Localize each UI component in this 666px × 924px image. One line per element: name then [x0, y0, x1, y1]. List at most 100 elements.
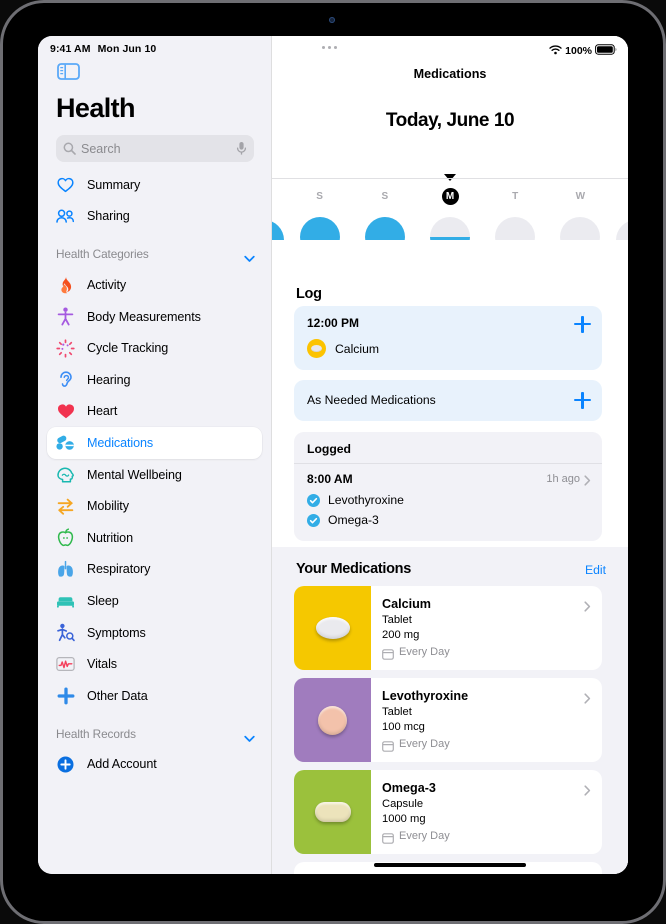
sidebar-item-cycle-tracking[interactable]: Cycle Tracking: [38, 332, 271, 364]
medication-frequency: Every Day: [399, 646, 450, 658]
section-label: Health Records: [56, 726, 136, 741]
two-people-icon: [56, 207, 75, 226]
sidebar-item-medications[interactable]: Medications: [47, 427, 262, 459]
chevron-right-icon: [584, 599, 591, 612]
nav-title: Medications: [413, 67, 487, 81]
medication-frequency: Every Day: [399, 830, 450, 842]
chevron-down-icon: [244, 730, 255, 742]
sidebar-item-heart[interactable]: Heart: [38, 396, 271, 428]
pill-thumbnail-icon: [307, 339, 326, 358]
chevron-right-icon: [584, 783, 591, 796]
medication-dosage: 200 mg: [382, 629, 420, 641]
day-letter: T: [512, 191, 519, 202]
medication-dosage: 100 mcg: [382, 721, 425, 733]
sidebar-item-label: Cycle Tracking: [87, 341, 169, 356]
edit-button[interactable]: Edit: [585, 563, 606, 577]
sidebar-toggle-icon[interactable]: [57, 63, 80, 80]
sidebar-item-label: Summary: [87, 177, 141, 192]
your-medications-title: Your Medications: [296, 561, 411, 577]
medication-card[interactable]: Calcium Tablet 200 mg Every Day: [294, 586, 602, 670]
sidebar-item-symptoms[interactable]: Symptoms: [38, 617, 271, 649]
ipad-device-frame: 9:41 AM Mon Jun 10 Health Search Summary…: [0, 0, 666, 924]
search-icon: [63, 142, 76, 155]
front-camera-icon: [329, 17, 335, 23]
pills-icon: [56, 433, 75, 452]
sidebar-item-respiratory[interactable]: Respiratory: [38, 554, 271, 586]
logged-divider: [294, 463, 602, 464]
logged-item: Omega-3: [307, 513, 379, 527]
calendar-icon: [382, 831, 394, 844]
sidebar-item-label: Mobility: [87, 499, 129, 514]
as-needed-card[interactable]: As Needed Medications: [294, 380, 602, 421]
page-title: Health: [56, 93, 136, 123]
battery-percent: 100%: [565, 45, 592, 57]
sidebar-section-health-categories[interactable]: Health Categories: [38, 239, 271, 269]
microphone-icon[interactable]: [236, 141, 247, 156]
sidebar-item-label: Mental Wellbeing: [87, 467, 182, 482]
logged-item: Levothyroxine: [307, 493, 404, 507]
sidebar-item-mental-wellbeing[interactable]: Mental Wellbeing: [38, 459, 271, 491]
log-medication-row: Calcium: [307, 339, 379, 358]
medication-frequency-row: Every Day: [382, 646, 450, 660]
medication-dosage: 1000 mg: [382, 813, 426, 825]
sidebar-item-mobility[interactable]: Mobility: [38, 490, 271, 522]
ellipsis-dot: [328, 46, 331, 49]
status-bar-left: 9:41 AM Mon Jun 10: [50, 43, 156, 55]
logged-relative-time: 1h ago: [546, 473, 580, 485]
sidebar-section-health-records[interactable]: Health Records: [38, 719, 271, 749]
sidebar-item-hearing[interactable]: Hearing: [38, 364, 271, 396]
sidebar-item-other-data[interactable]: Other Data: [38, 680, 271, 712]
calendar-icon: [382, 647, 394, 660]
plus-icon[interactable]: [574, 392, 591, 409]
ellipsis-icon[interactable]: [322, 46, 337, 49]
search-placeholder: Search: [81, 141, 121, 156]
sidebar-item-label: Activity: [87, 277, 127, 292]
medication-thumbnail: [294, 586, 371, 670]
sidebar-item-nutrition[interactable]: Nutrition: [38, 522, 271, 554]
chevron-right-icon[interactable]: [584, 473, 591, 486]
ear-icon: [56, 370, 75, 389]
sidebar-item-summary[interactable]: Summary: [38, 169, 271, 201]
sidebar-item-label: Medications: [87, 435, 154, 450]
cycle-burst-icon: [56, 339, 75, 358]
head-brain-icon: [56, 465, 75, 484]
main-header: 100% Medications Today, June 10 S S M T …: [272, 36, 628, 260]
date-title: Today, June 10: [385, 110, 515, 131]
pill-icon: [314, 802, 351, 822]
logged-card: Logged 8:00 AM 1h ago Levothyroxine Omeg…: [294, 432, 602, 541]
sidebar-item-sharing[interactable]: Sharing: [38, 201, 271, 233]
sidebar-item-body-measurements[interactable]: Body Measurements: [38, 301, 271, 333]
day-letter: S: [381, 191, 389, 202]
sidebar-item-sleep[interactable]: Sleep: [38, 585, 271, 617]
status-date: Mon Jun 10: [97, 43, 157, 55]
log-time: 12:00 PM: [307, 316, 360, 330]
sidebar-item-label: Nutrition: [87, 530, 133, 545]
sidebar-item-add-account[interactable]: Add Account: [38, 749, 271, 781]
medication-form: Capsule: [382, 798, 424, 810]
check-circle-icon: [307, 493, 320, 507]
bed-icon: [56, 591, 75, 610]
medication-name: Omega-3: [382, 781, 436, 795]
wifi-icon: [549, 42, 562, 60]
search-input[interactable]: Search: [56, 135, 254, 162]
plus-icon[interactable]: [574, 316, 591, 333]
medication-name: Levothyroxine: [382, 689, 469, 703]
day-letter: M: [441, 188, 459, 205]
ellipsis-dot: [322, 46, 325, 49]
person-magnifier-icon: [56, 623, 75, 642]
status-bar-right: 100%: [549, 42, 617, 60]
sidebar-item-vitals[interactable]: Vitals: [38, 648, 271, 680]
sidebar-item-label: Other Data: [87, 688, 148, 703]
medication-card[interactable]: Levothyroxine Tablet 100 mcg Every Day: [294, 678, 602, 762]
log-scheduled-card[interactable]: 12:00 PM Calcium: [294, 306, 602, 370]
chevron-down-icon: [244, 250, 255, 263]
medication-thumbnail: [294, 770, 371, 854]
plus-circle-icon: [56, 755, 75, 774]
body-figure-icon: [56, 307, 75, 326]
medication-form: Tablet: [382, 706, 412, 718]
apple-icon: [56, 528, 75, 547]
home-indicator[interactable]: [374, 863, 526, 867]
medication-card[interactable]: Omega-3 Capsule 1000 mg Every Day: [294, 770, 602, 854]
sidebar-item-label: Add Account: [87, 757, 157, 772]
sidebar-item-activity[interactable]: Activity: [38, 269, 271, 301]
